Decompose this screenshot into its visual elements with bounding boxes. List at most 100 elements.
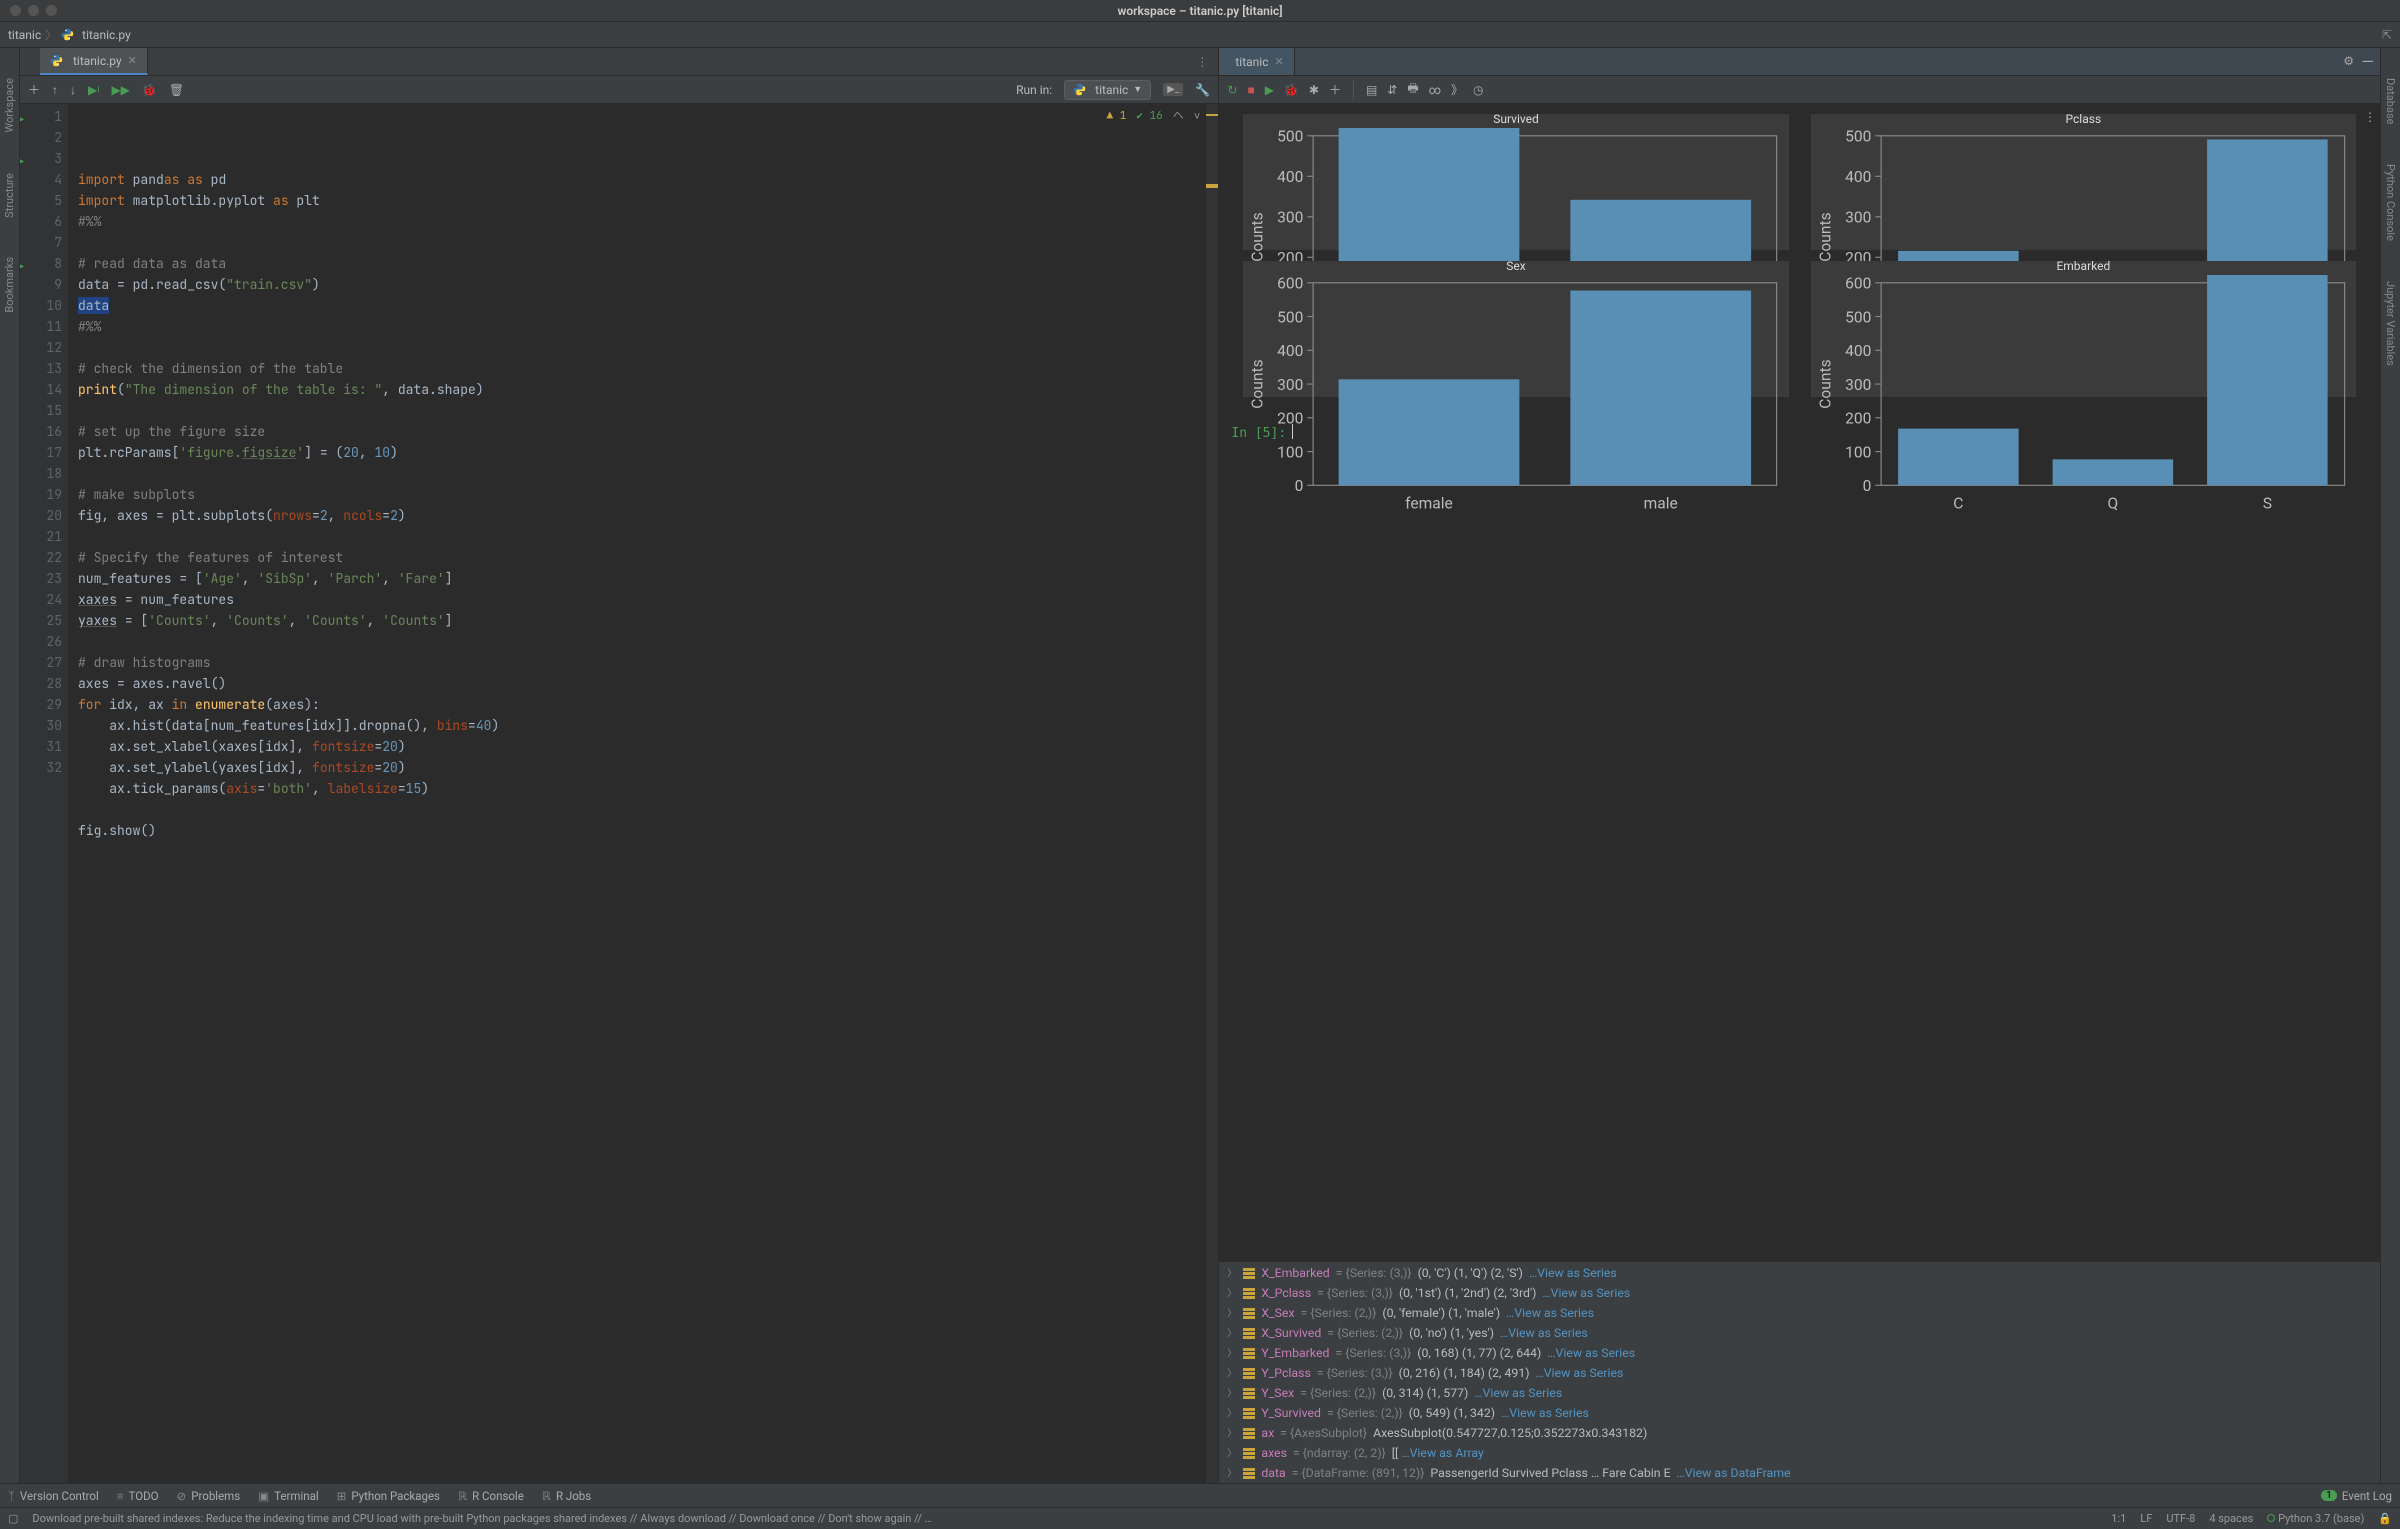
editor-tab[interactable]: titanic.py ✕ xyxy=(40,48,148,75)
var-row[interactable]: 〉X_Pclass = {Series: (3,)} (0, '1st') (1… xyxy=(1219,1284,2380,1304)
close-console-tab-icon[interactable]: ✕ xyxy=(1275,55,1284,68)
bottom-toolbar: ᛉ Version Control ≡ TODO ⊘ Problems ▣ Termi… xyxy=(0,1483,2400,1507)
close-dot[interactable] xyxy=(10,5,21,16)
rail-structure[interactable]: Structure xyxy=(3,173,16,218)
tool-todo[interactable]: ≡ TODO xyxy=(117,1489,159,1503)
var-row[interactable]: 〉Y_Embarked = {Series: (3,)} (0, 168) (1… xyxy=(1219,1344,2380,1364)
rail-workspace[interactable]: Workspace xyxy=(3,78,16,133)
settings-icon[interactable]: ⚙ xyxy=(2343,54,2354,68)
svg-text:600: 600 xyxy=(1845,275,1871,293)
debug-icon[interactable]: 🐞 xyxy=(1284,83,1299,97)
editor-scrollbar[interactable] xyxy=(1206,104,1218,1483)
print-icon[interactable]: 🖶 xyxy=(1407,79,1418,100)
lock-icon[interactable]: 🔒 xyxy=(2378,1512,2392,1525)
tool-r-console[interactable]: ℝ R Console xyxy=(458,1489,524,1503)
var-row[interactable]: 〉X_Embarked = {Series: (3,)} (0, 'C') (1… xyxy=(1219,1264,2380,1284)
rail-python-console[interactable]: Python Console xyxy=(2384,164,2397,241)
console-tab-label: titanic xyxy=(1235,55,1268,69)
plot-more-icon[interactable]: ⋮ xyxy=(2364,110,2376,124)
tool-terminal[interactable]: ▣ Terminal xyxy=(258,1489,318,1503)
breadcrumb-file[interactable]: titanic.py xyxy=(82,28,131,42)
nav-up-icon[interactable]: ヘ xyxy=(1173,106,1184,127)
add-icon[interactable]: ＋ xyxy=(1329,81,1341,98)
rerun-icon[interactable]: ↻ xyxy=(1227,83,1237,97)
var-row[interactable]: 〉axes = {ndarray: (2, 2)} [[ …View as Ar… xyxy=(1219,1444,2380,1464)
indent[interactable]: 4 spaces xyxy=(2209,1512,2253,1525)
code-editor[interactable]: 1▶23▶45678▶91011121314151617181920212223… xyxy=(20,104,1218,1483)
chart-pclass: Pclass0100200300400500Counts1st2nd3rd xyxy=(1811,114,2356,250)
var-row[interactable]: 〉Y_Survived = {Series: (2,)} (0, 549) (1… xyxy=(1219,1404,2380,1424)
run-all-icon[interactable]: ▶▶ xyxy=(111,83,129,97)
event-log[interactable]: 1 Event Log xyxy=(2321,1489,2392,1503)
close-tab-icon[interactable]: ✕ xyxy=(128,54,137,67)
rail-bookmarks[interactable]: Bookmarks xyxy=(3,257,16,313)
run-env-selector[interactable]: titanic ▼ xyxy=(1064,80,1151,100)
interpreter[interactable]: Python 3.7 (base) xyxy=(2267,1512,2364,1525)
left-rail: Workspace Structure Bookmarks xyxy=(0,48,20,1483)
status-message[interactable]: Download pre-built shared indexes: Reduc… xyxy=(32,1512,932,1525)
encoding[interactable]: UTF-8 xyxy=(2166,1512,2195,1525)
tool-problems[interactable]: ⊘ Problems xyxy=(177,1489,241,1503)
editor-tabbar: titanic.py ✕ ⋮ xyxy=(20,48,1218,76)
svg-text:0: 0 xyxy=(1862,477,1871,495)
variables-panel[interactable]: 〉X_Embarked = {Series: (3,)} (0, 'C') (1… xyxy=(1219,1261,2380,1483)
plot-output: ⋮ Survived0100200300400500CountsnoyesPcl… xyxy=(1219,104,2380,406)
caret-pos[interactable]: 1:1 xyxy=(2111,1512,2126,1525)
delete-icon[interactable]: 🗑 xyxy=(169,83,184,97)
link-icon[interactable]: ∞ xyxy=(1429,83,1441,97)
popout-icon[interactable]: ⇱ xyxy=(2382,28,2392,42)
var-row[interactable]: 〉data = {DataFrame: (891, 12)} Passenger… xyxy=(1219,1464,2380,1483)
breadcrumb-bar: titanic 〉 titanic.py ⇱ xyxy=(0,22,2400,48)
arrow-up-icon[interactable]: ↑ xyxy=(52,83,58,97)
var-row[interactable]: 〉ax = {AxesSubplot} AxesSubplot(0.547727… xyxy=(1219,1424,2380,1444)
editor-tab-label: titanic.py xyxy=(73,54,122,68)
warning-indicator[interactable]: ▲ 1 xyxy=(1107,106,1127,127)
svg-text:300: 300 xyxy=(1277,376,1303,394)
var-row[interactable]: 〉X_Survived = {Series: (2,)} (0, 'no') (… xyxy=(1219,1324,2380,1344)
tool-r-jobs[interactable]: ℝ R Jobs xyxy=(542,1489,591,1503)
window-controls[interactable] xyxy=(0,5,57,16)
run-cell-icon[interactable]: ▶I xyxy=(88,83,99,97)
tool-version-control[interactable]: ᛉ Version Control xyxy=(8,1489,99,1503)
layout2-icon[interactable]: ⇵ xyxy=(1387,83,1397,97)
wrench-icon[interactable]: 🔧 xyxy=(1195,83,1210,97)
layout1-icon[interactable]: ▤ xyxy=(1366,83,1377,97)
tool-python-packages[interactable]: ⊞ Python Packages xyxy=(337,1489,440,1503)
nav-down-icon[interactable]: ∨ xyxy=(1194,106,1201,127)
svg-text:500: 500 xyxy=(1277,128,1303,146)
svg-text:200: 200 xyxy=(1277,410,1303,428)
settings2-icon[interactable]: ✱ xyxy=(1309,83,1319,97)
min-dot[interactable] xyxy=(28,5,39,16)
add-cell-icon[interactable]: ＋ xyxy=(28,81,40,98)
event-log-badge: 1 xyxy=(2321,1490,2337,1501)
var-row[interactable]: 〉X_Sex = {Series: (2,)} (0, 'female') (1… xyxy=(1219,1304,2380,1324)
history-icon[interactable]: ◷ xyxy=(1473,83,1483,97)
console-tabbar: titanic ✕ ⚙ — xyxy=(1219,48,2380,76)
svg-text:300: 300 xyxy=(1277,209,1303,227)
status-hint-icon[interactable]: ▢ xyxy=(8,1512,18,1525)
tab-more-icon[interactable]: ⋮ xyxy=(1186,48,1218,75)
svg-text:C: C xyxy=(1953,495,1963,513)
svg-text:300: 300 xyxy=(1845,376,1871,394)
console-tab[interactable]: titanic ✕ xyxy=(1219,48,1294,75)
stop-icon[interactable]: ■ xyxy=(1247,83,1254,97)
svg-text:S: S xyxy=(2262,495,2271,513)
minimize-icon[interactable]: — xyxy=(2362,52,2375,71)
svg-text:Counts: Counts xyxy=(1249,212,1267,261)
run-icon[interactable]: ▶ xyxy=(1265,83,1274,97)
ok-indicator[interactable]: ✔ 16 xyxy=(1136,106,1162,127)
breadcrumb-project[interactable]: titanic xyxy=(8,28,41,42)
svg-text:Q: Q xyxy=(2107,495,2118,513)
arrow-down-icon[interactable]: ↓ xyxy=(70,83,76,97)
svg-text:100: 100 xyxy=(1277,443,1303,461)
rail-jupyter-variables[interactable]: Jupyter Variables xyxy=(2384,281,2397,366)
debug-icon[interactable]: 🐞 xyxy=(142,83,157,97)
fast-forward-icon[interactable]: 》 xyxy=(1451,81,1463,98)
line-ending[interactable]: LF xyxy=(2140,1512,2152,1525)
console-icon[interactable]: ▶_ xyxy=(1163,83,1183,96)
svg-text:female: female xyxy=(1406,495,1454,513)
rail-database[interactable]: Database xyxy=(2384,78,2397,124)
var-row[interactable]: 〉Y_Pclass = {Series: (3,)} (0, 216) (1, … xyxy=(1219,1364,2380,1384)
var-row[interactable]: 〉Y_Sex = {Series: (2,)} (0, 314) (1, 577… xyxy=(1219,1384,2380,1404)
max-dot[interactable] xyxy=(46,5,57,16)
